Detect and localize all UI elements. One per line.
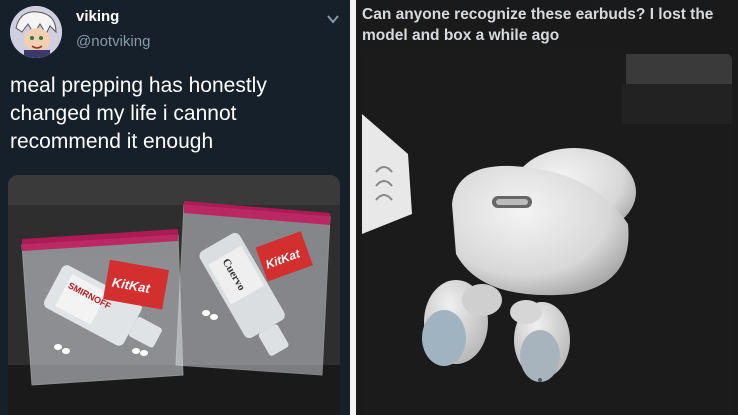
post-panel: Can anyone recognize these earbuds? I lo…: [356, 0, 738, 415]
avatar[interactable]: [10, 6, 62, 58]
meme-collage: viking @notviking meal prepping has hone…: [0, 0, 738, 415]
user-handle[interactable]: @notviking: [76, 33, 150, 50]
tweet-text: meal prepping has honestly changed my li…: [10, 74, 267, 153]
tweet-photo[interactable]: SMIRNOFF KitKat Cuervo KitKat: [8, 175, 340, 415]
tweet-panel: viking @notviking meal prepping has hone…: [0, 0, 350, 415]
display-name[interactable]: viking: [76, 8, 119, 25]
post-title[interactable]: Can anyone recognize these earbuds? I lo…: [362, 4, 734, 46]
chevron-down-icon[interactable]: [326, 12, 340, 26]
bag-2: Cuervo KitKat: [175, 201, 331, 376]
bag-1: SMIRNOFF KitKat: [21, 229, 184, 386]
earbuds-photo[interactable]: [362, 54, 732, 415]
cartoon-avatar-icon: [10, 6, 62, 58]
